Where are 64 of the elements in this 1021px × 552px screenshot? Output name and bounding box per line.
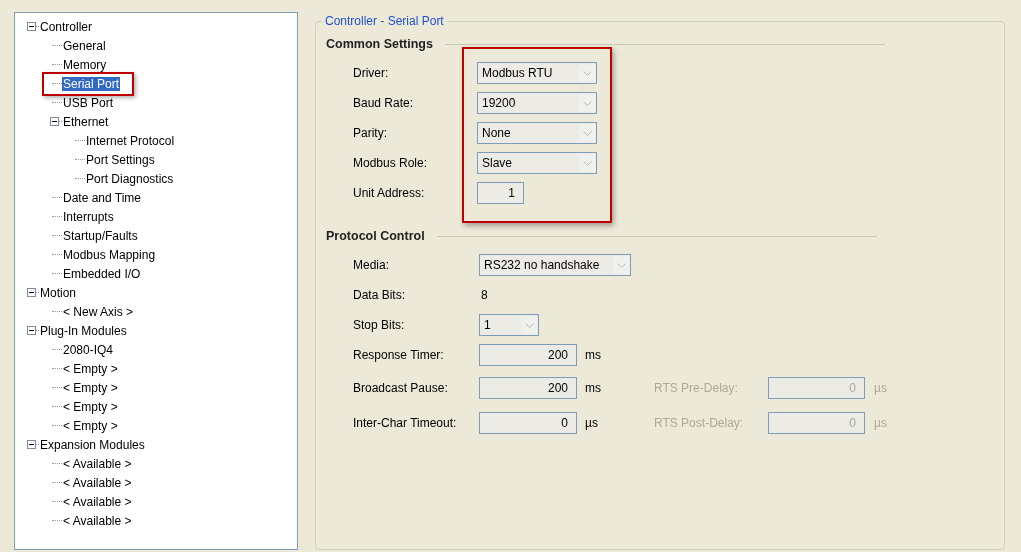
field-label: Media: xyxy=(353,257,391,274)
collapse-icon[interactable] xyxy=(27,288,36,297)
tree-item[interactable]: < Empty > xyxy=(62,380,119,395)
tree-item[interactable]: Internet Protocol xyxy=(85,133,176,148)
tree-item[interactable]: Controller xyxy=(39,19,94,34)
field-label: RTS Pre-Delay: xyxy=(654,379,739,397)
tree-item[interactable]: USB Port xyxy=(62,95,114,110)
unit-text: µs xyxy=(874,379,887,397)
tree-item[interactable]: Embedded I/O xyxy=(62,266,142,281)
dropdown[interactable]: 19200 xyxy=(477,92,597,114)
number-field[interactable]: 0 xyxy=(479,411,577,434)
tree-item[interactable]: General xyxy=(62,38,107,53)
field-label: Modbus Role: xyxy=(353,155,429,172)
field-label: Response Timer: xyxy=(353,347,445,364)
tree-item[interactable]: < New Axis > xyxy=(62,304,135,319)
number-field[interactable]: 200 xyxy=(479,344,577,366)
value-text: 8 xyxy=(480,287,488,304)
tree-item[interactable]: Serial Port xyxy=(62,76,121,91)
field-label: Broadcast Pause: xyxy=(353,379,449,397)
unit-text: ms xyxy=(585,379,602,397)
tree-item[interactable]: < Available > xyxy=(62,475,133,490)
tree-item[interactable]: Motion xyxy=(39,285,78,300)
group-title: Controller - Serial Port xyxy=(323,14,446,28)
collapse-icon[interactable] xyxy=(27,326,36,335)
tree-item[interactable]: < Empty > xyxy=(62,361,119,376)
tree-item[interactable]: Port Settings xyxy=(85,152,156,167)
dropdown[interactable]: 1 xyxy=(479,314,539,336)
field-label: Stop Bits: xyxy=(353,317,406,334)
tree-item[interactable]: Plug-In Modules xyxy=(39,323,128,338)
field-label: Driver: xyxy=(353,65,390,82)
number-field[interactable]: 1 xyxy=(477,182,524,204)
tree-item[interactable]: Modbus Mapping xyxy=(62,247,157,262)
dropdown[interactable]: None xyxy=(477,122,597,144)
tree-item[interactable]: Interrupts xyxy=(62,209,115,224)
collapse-icon[interactable] xyxy=(27,440,36,449)
field-label: Inter-Char Timeout: xyxy=(353,414,458,432)
field-label: RTS Post-Delay: xyxy=(654,414,745,432)
number-field[interactable]: 200 xyxy=(479,376,577,399)
tree-item[interactable]: < Available > xyxy=(62,456,133,471)
dropdown[interactable]: RS232 no handshake xyxy=(479,254,631,276)
field-label: Parity: xyxy=(353,125,388,142)
section-title: Protocol Control xyxy=(326,227,425,245)
tree-item[interactable]: < Empty > xyxy=(62,399,119,414)
collapse-icon[interactable] xyxy=(27,22,36,31)
tree-item[interactable]: Expansion Modules xyxy=(39,437,146,452)
tree-item[interactable]: < Available > xyxy=(62,513,133,528)
tree-item[interactable]: Memory xyxy=(62,57,108,72)
unit-text: ms xyxy=(585,347,602,364)
section-title: Common Settings xyxy=(326,35,433,53)
unit-text: µs xyxy=(585,414,599,432)
tree-item[interactable]: < Available > xyxy=(62,494,133,509)
field-label: Baud Rate: xyxy=(353,95,415,112)
unit-text: µs xyxy=(874,414,887,432)
field-label: Unit Address: xyxy=(353,185,426,202)
dropdown[interactable]: Slave xyxy=(477,152,597,174)
tree-item[interactable]: Date and Time xyxy=(62,190,143,205)
dropdown[interactable]: Modbus RTU xyxy=(477,62,597,84)
tree-item[interactable]: < Empty > xyxy=(62,418,119,433)
tree-item[interactable]: Port Diagnostics xyxy=(85,171,175,186)
field-label: Data Bits: xyxy=(353,287,407,304)
tree-item[interactable]: Startup/Faults xyxy=(62,228,139,243)
collapse-icon[interactable] xyxy=(50,117,59,126)
tree-item[interactable]: Ethernet xyxy=(62,114,110,129)
tree-item[interactable]: 2080-IQ4 xyxy=(62,342,115,357)
